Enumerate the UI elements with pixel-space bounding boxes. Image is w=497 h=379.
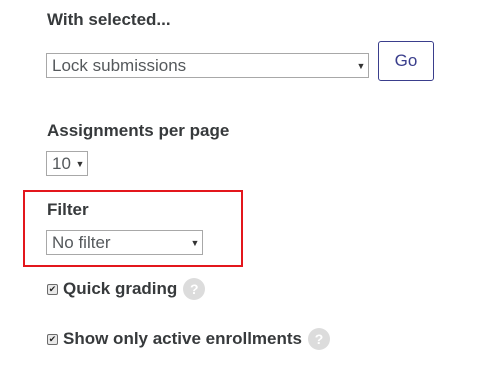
active-enrollments-checkbox[interactable]: ✔ xyxy=(47,333,58,345)
quick-grading-label[interactable]: Quick grading xyxy=(63,279,177,299)
quick-grading-option: ✔ Quick grading ? xyxy=(47,278,206,300)
active-enrollments-option: ✔ Show only active enrollments ? xyxy=(47,328,331,350)
per-page-select-value: 10 xyxy=(52,153,71,173)
bulk-action-select-value: Lock submissions xyxy=(52,55,187,75)
help-icon[interactable]: ? xyxy=(308,328,331,350)
filter-select-value: No filter xyxy=(52,232,111,252)
assignments-per-page-heading: Assignments per page xyxy=(47,121,230,140)
help-icon[interactable]: ? xyxy=(183,278,206,300)
chevron-down-icon: ▼ xyxy=(190,237,200,248)
chevron-down-icon: ▼ xyxy=(356,60,366,71)
quick-grading-checkbox[interactable]: ✔ xyxy=(47,283,58,295)
per-page-select[interactable]: 10 ▼ xyxy=(46,151,88,176)
bulk-action-select[interactable]: Lock submissions ▼ xyxy=(46,53,369,78)
active-enrollments-label[interactable]: Show only active enrollments xyxy=(63,329,302,349)
go-button[interactable]: Go xyxy=(378,41,434,81)
filter-heading: Filter xyxy=(47,200,89,219)
filter-select[interactable]: No filter ▼ xyxy=(46,230,203,255)
chevron-down-icon: ▼ xyxy=(75,158,85,169)
with-selected-heading: With selected... xyxy=(47,10,171,29)
